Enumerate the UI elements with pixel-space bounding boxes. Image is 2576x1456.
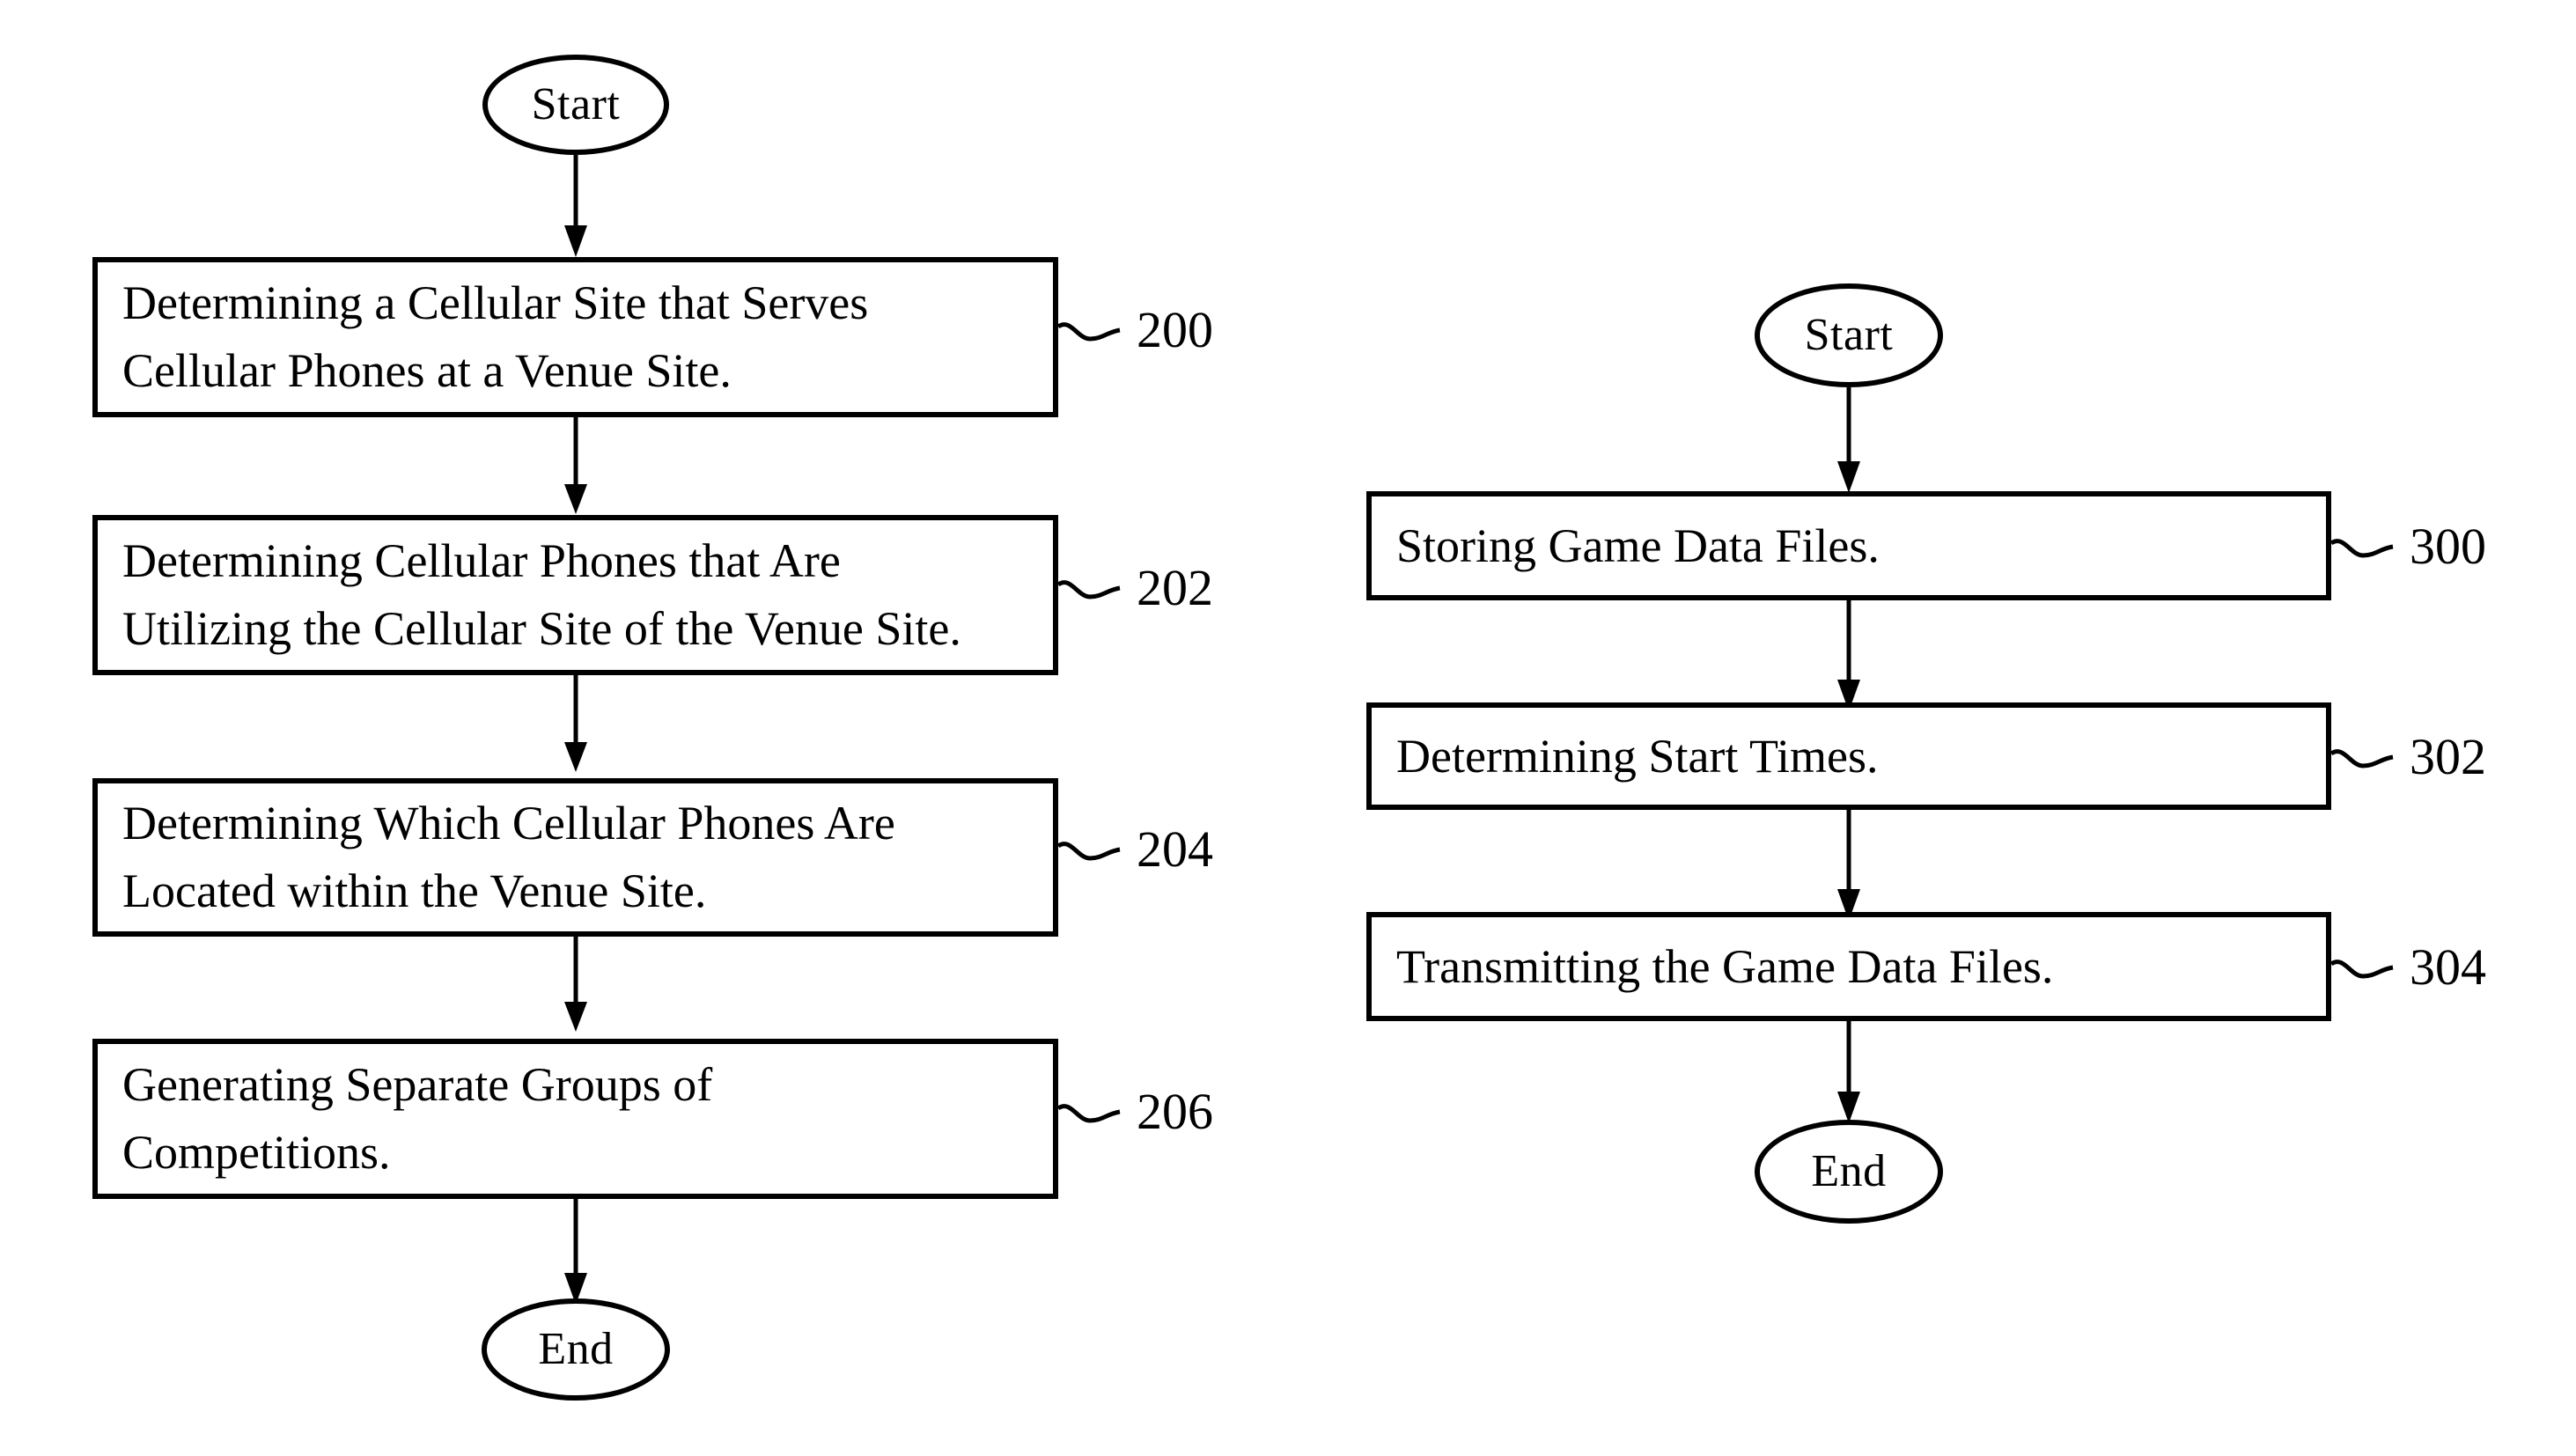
leader-line-200	[1058, 322, 1121, 342]
process-box-204: Determining Which Cellular Phones Are Lo…	[92, 778, 1058, 937]
process-box-302: Determining Start Times.	[1366, 702, 2331, 810]
reference-numeral-200-text: 200	[1137, 301, 1213, 358]
reference-numeral-304-text: 304	[2410, 938, 2486, 996]
connector-left-start-to-200	[558, 155, 593, 259]
end-terminator-left: End	[482, 1298, 670, 1401]
leader-line-206	[1058, 1104, 1121, 1123]
reference-numeral-304: 304	[2331, 937, 2486, 998]
reference-numeral-302: 302	[2331, 726, 2486, 788]
process-box-202: Determining Cellular Phones that Are Uti…	[92, 515, 1058, 675]
process-box-202-text: Determining Cellular Phones that Are Uti…	[122, 534, 961, 655]
reference-numeral-300-text: 300	[2410, 518, 2486, 575]
connector-right-302-to-304	[1831, 810, 1866, 923]
reference-numeral-204-text: 204	[1137, 820, 1213, 878]
connector-left-204-to-206	[558, 937, 593, 1033]
reference-numeral-202-text: 202	[1137, 559, 1213, 616]
connector-left-200-to-202	[558, 417, 593, 516]
connector-left-206-to-end	[558, 1199, 593, 1306]
process-box-200: Determining a Cellular Site that Serves …	[92, 257, 1058, 417]
end-terminator-right: End	[1755, 1120, 1943, 1224]
reference-numeral-202: 202	[1058, 557, 1213, 619]
process-box-300: Storing Game Data Files.	[1366, 491, 2331, 600]
process-box-302-text: Determining Start Times.	[1396, 729, 1879, 783]
reference-numeral-200: 200	[1058, 299, 1213, 361]
reference-numeral-300: 300	[2331, 516, 2486, 577]
connector-right-304-to-end	[1831, 1021, 1866, 1125]
reference-numeral-204: 204	[1058, 819, 1213, 880]
figure-canvas: Start Determining a Cellular Site that S…	[0, 0, 2576, 1456]
leader-line-202	[1058, 580, 1121, 599]
process-box-304: Transmitting the Game Data Files.	[1366, 912, 2331, 1021]
process-box-206: Generating Separate Groups of Competitio…	[92, 1039, 1058, 1199]
leader-line-300	[2331, 539, 2394, 558]
process-box-206-text: Generating Separate Groups of Competitio…	[122, 1058, 713, 1179]
start-terminator-right-label: Start	[1804, 310, 1894, 360]
reference-numeral-302-text: 302	[2410, 728, 2486, 785]
process-box-204-text: Determining Which Cellular Phones Are Lo…	[122, 797, 895, 917]
end-terminator-left-label: End	[538, 1324, 614, 1374]
connector-left-202-to-204	[558, 675, 593, 774]
start-terminator-left-label: Start	[531, 79, 621, 129]
start-terminator-right: Start	[1755, 283, 1943, 387]
connector-right-start-to-300	[1831, 387, 1866, 495]
end-terminator-right-label: End	[1811, 1146, 1887, 1196]
process-box-304-text: Transmitting the Game Data Files.	[1396, 939, 2054, 993]
leader-line-204	[1058, 842, 1121, 861]
process-box-300-text: Storing Game Data Files.	[1396, 518, 1880, 572]
reference-numeral-206-text: 206	[1137, 1083, 1213, 1140]
connector-right-300-to-302	[1831, 600, 1866, 713]
reference-numeral-206: 206	[1058, 1081, 1213, 1143]
start-terminator-left: Start	[482, 55, 669, 155]
process-box-200-text: Determining a Cellular Site that Serves …	[122, 276, 869, 397]
leader-line-304	[2331, 960, 2394, 979]
leader-line-302	[2331, 749, 2394, 768]
